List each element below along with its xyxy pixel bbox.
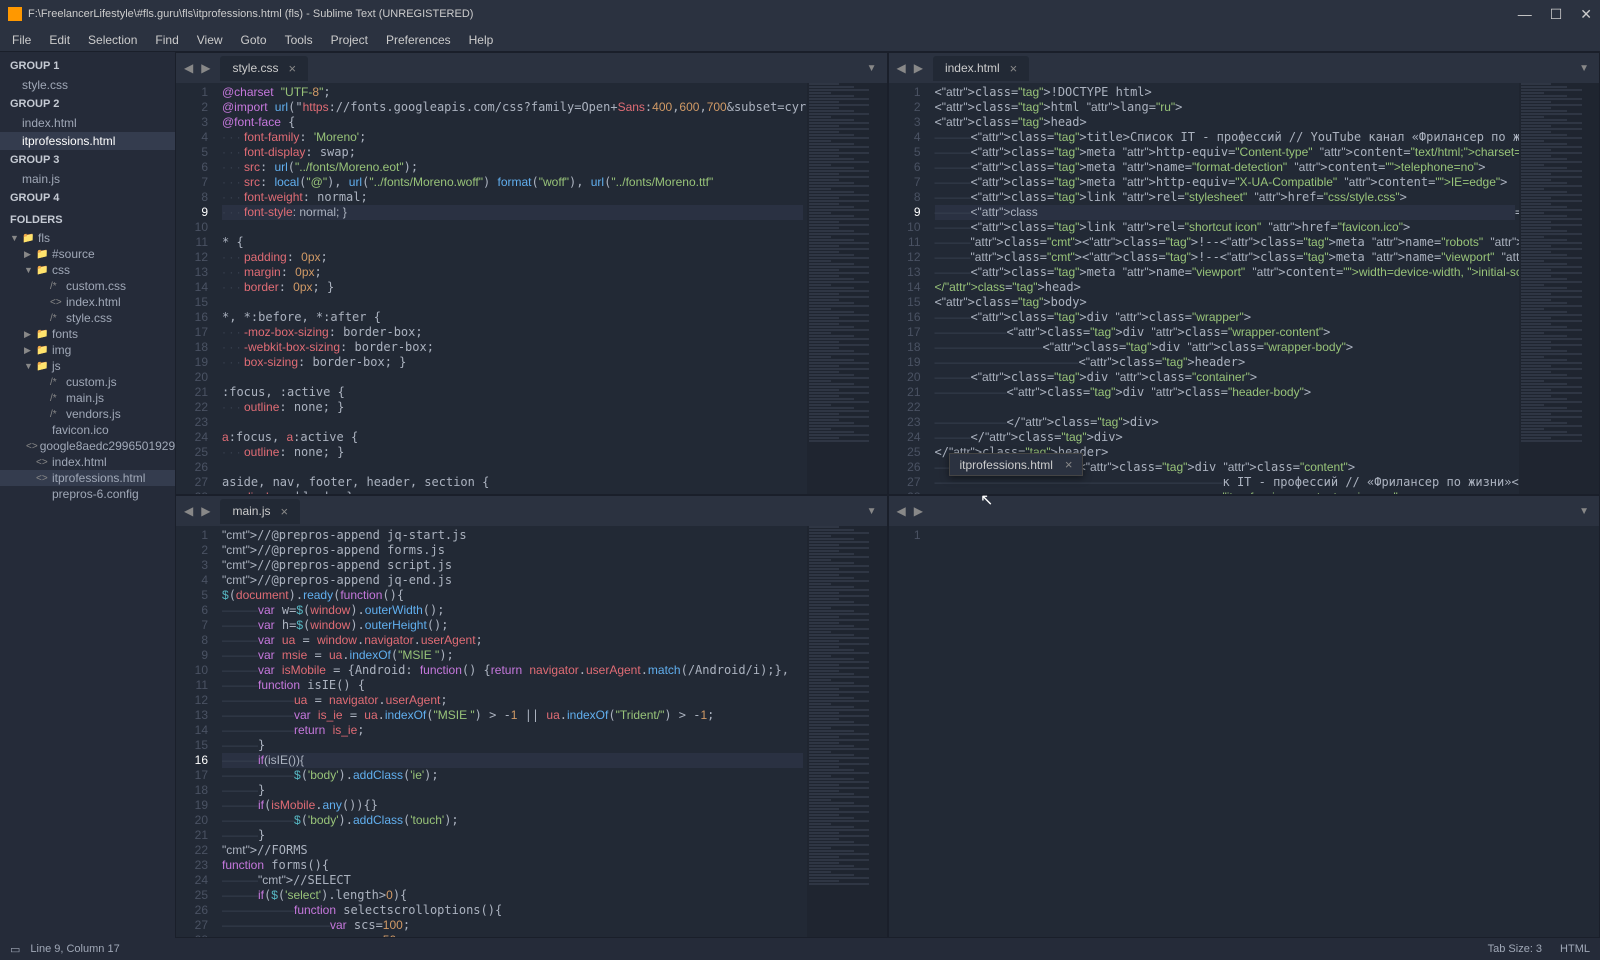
menu-preferences[interactable]: Preferences (378, 31, 459, 49)
sidebar: GROUP 1 style.css GROUP 2 index.html itp… (0, 52, 175, 938)
pane-top-right: ◀ ▶ index.html × ▼ 123456789101112131415… (888, 52, 1600, 495)
group-2-label[interactable]: GROUP 2 (0, 94, 175, 114)
app-icon (8, 7, 22, 21)
menu-tools[interactable]: Tools (277, 31, 321, 49)
tree-root[interactable]: ▼📁fls (0, 230, 175, 246)
editor-body-bottom-right[interactable]: 1 (889, 526, 1600, 937)
minimap[interactable] (1519, 83, 1599, 494)
menubar: File Edit Selection Find View Goto Tools… (0, 28, 1600, 52)
tab-prev-icon[interactable]: ◀ (893, 504, 910, 518)
window-title: F:\FreelancerLifestyle\#fls.guru\fls\itp… (28, 8, 1518, 20)
tree-item[interactable]: ▼📁js (0, 358, 175, 374)
tree-item[interactable]: ▶📁fonts (0, 326, 175, 342)
menu-find[interactable]: Find (147, 31, 186, 49)
tab-index-html[interactable]: index.html × (933, 56, 1029, 81)
tree-item[interactable]: <>itprofessions.html (0, 470, 175, 486)
tabbar-bottom-right: ◀ ▶ ▼ (889, 496, 1600, 526)
folders-label: FOLDERS (0, 208, 175, 230)
tree-item[interactable]: favicon.ico (0, 422, 175, 438)
menu-help[interactable]: Help (461, 31, 502, 49)
status-syntax[interactable]: HTML (1560, 943, 1590, 955)
dragging-tab[interactable]: itprofessions.html × (949, 453, 1084, 476)
tree-item[interactable]: <>index.html (0, 294, 175, 310)
pane-top-left: ◀ ▶ style.css × ▼ 1234567891011121314151… (175, 52, 888, 495)
tabbar-top-left: ◀ ▶ style.css × ▼ (176, 53, 887, 83)
minimap[interactable] (807, 526, 887, 937)
tab-dropdown-icon[interactable]: ▼ (1573, 63, 1595, 74)
menu-selection[interactable]: Selection (80, 31, 145, 49)
group-1-item-0[interactable]: style.css (0, 76, 175, 94)
pane-bottom-left: ◀ ▶ main.js × ▼ 123456789101112131415161… (175, 495, 888, 938)
minimize-button[interactable]: — (1518, 6, 1532, 23)
menu-goto[interactable]: Goto (233, 31, 275, 49)
editor-area: ◀ ▶ style.css × ▼ 1234567891011121314151… (175, 52, 1600, 938)
status-tabsize[interactable]: Tab Size: 3 (1488, 943, 1542, 955)
tree-item[interactable]: /*custom.css (0, 278, 175, 294)
tree-item[interactable]: /*custom.js (0, 374, 175, 390)
titlebar: F:\FreelancerLifestyle\#fls.guru\fls\itp… (0, 0, 1600, 28)
tree-item[interactable]: ▶📁#source (0, 246, 175, 262)
tab-dropdown-icon[interactable]: ▼ (1573, 506, 1595, 517)
pane-bottom-right: ◀ ▶ ▼ 1 (888, 495, 1600, 938)
tree-item[interactable]: ▶📁img (0, 342, 175, 358)
tab-prev-icon[interactable]: ◀ (180, 61, 197, 75)
tab-close-icon[interactable]: × (1010, 61, 1018, 76)
group-1-label[interactable]: GROUP 1 (0, 56, 175, 76)
group-3-label[interactable]: GROUP 3 (0, 150, 175, 170)
minimap[interactable] (807, 83, 887, 494)
menu-project[interactable]: Project (323, 31, 376, 49)
status-cursor[interactable]: Line 9, Column 17 (30, 943, 119, 955)
tab-next-icon[interactable]: ▶ (197, 504, 214, 518)
editor-body-top-right[interactable]: 1234567891011121314151617181920212223242… (889, 83, 1600, 494)
group-3-item-0[interactable]: main.js (0, 170, 175, 188)
tree-item[interactable]: /*vendors.js (0, 406, 175, 422)
group-2-item-0[interactable]: index.html (0, 114, 175, 132)
tab-dropdown-icon[interactable]: ▼ (861, 63, 883, 74)
close-button[interactable]: ✕ (1580, 6, 1592, 23)
tree-item[interactable]: /*main.js (0, 390, 175, 406)
group-4-label[interactable]: GROUP 4 (0, 188, 175, 208)
tree-item[interactable]: /*style.css (0, 310, 175, 326)
statusbar: ▭ Line 9, Column 17 Tab Size: 3 HTML (0, 938, 1600, 960)
tab-next-icon[interactable]: ▶ (910, 504, 927, 518)
tree-item[interactable]: <>index.html (0, 454, 175, 470)
tree-item[interactable]: <>google8aedc29965019295… (0, 438, 175, 454)
tab-next-icon[interactable]: ▶ (197, 61, 214, 75)
tab-close-icon[interactable]: × (1065, 457, 1073, 472)
menu-view[interactable]: View (189, 31, 231, 49)
maximize-button[interactable]: ☐ (1550, 6, 1563, 23)
tab-close-icon[interactable]: × (288, 61, 296, 76)
group-2-item-1[interactable]: itprofessions.html (0, 132, 175, 150)
menu-edit[interactable]: Edit (41, 31, 78, 49)
tabbar-top-right: ◀ ▶ index.html × ▼ (889, 53, 1600, 83)
tab-close-icon[interactable]: × (280, 504, 288, 519)
tab-next-icon[interactable]: ▶ (910, 61, 927, 75)
menu-file[interactable]: File (4, 31, 39, 49)
tab-main-js[interactable]: main.js × (220, 499, 300, 524)
tree-item[interactable]: prepros-6.config (0, 486, 175, 502)
editor-body-bottom-left[interactable]: 1234567891011121314151617181920212223242… (176, 526, 887, 937)
tab-prev-icon[interactable]: ◀ (893, 61, 910, 75)
tab-prev-icon[interactable]: ◀ (180, 504, 197, 518)
tabbar-bottom-left: ◀ ▶ main.js × ▼ (176, 496, 887, 526)
tree-item[interactable]: ▼📁css (0, 262, 175, 278)
tab-dropdown-icon[interactable]: ▼ (861, 506, 883, 517)
editor-body-top-left[interactable]: 1234567891011121314151617181920212223242… (176, 83, 887, 494)
tab-style-css[interactable]: style.css × (220, 56, 308, 81)
panel-switcher-icon[interactable]: ▭ (10, 943, 20, 956)
